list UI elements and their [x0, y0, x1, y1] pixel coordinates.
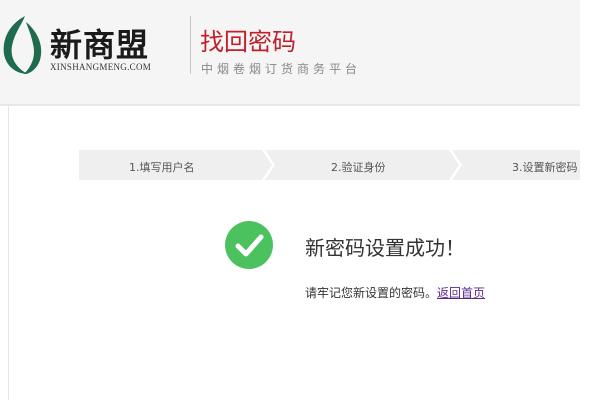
- success-note-text: 请牢记您新设置的密码。: [305, 286, 438, 300]
- page-title: 找回密码: [200, 28, 296, 56]
- page-subtitle: 中烟卷烟订货商务平台: [201, 62, 362, 76]
- success-note: 请牢记您新设置的密码。返回首页: [305, 284, 485, 301]
- step-1-label: 1.填写用户名: [129, 161, 195, 174]
- header: 新商盟 XINSHANGMENG.COM 找回密码 中烟卷烟订货商务平台: [0, 0, 580, 106]
- site-logo[interactable]: 新商盟 XINSHANGMENG.COM: [2, 12, 182, 82]
- step-2-label: 2.验证身份: [331, 161, 386, 174]
- success-check-icon: [225, 221, 273, 269]
- leaf-logo-icon: [3, 16, 42, 74]
- header-divider: [190, 16, 191, 74]
- step-3-label: 3.设置新密码: [512, 161, 578, 174]
- success-title: 新密码设置成功！: [305, 236, 465, 260]
- logo-name: 新商盟: [50, 26, 150, 64]
- back-home-link[interactable]: 返回首页: [437, 286, 485, 300]
- logo-domain: XINSHANGMENG.COM: [50, 62, 152, 72]
- progress-steps: 1.填写用户名 2.验证身份 3.设置新密码: [79, 150, 580, 180]
